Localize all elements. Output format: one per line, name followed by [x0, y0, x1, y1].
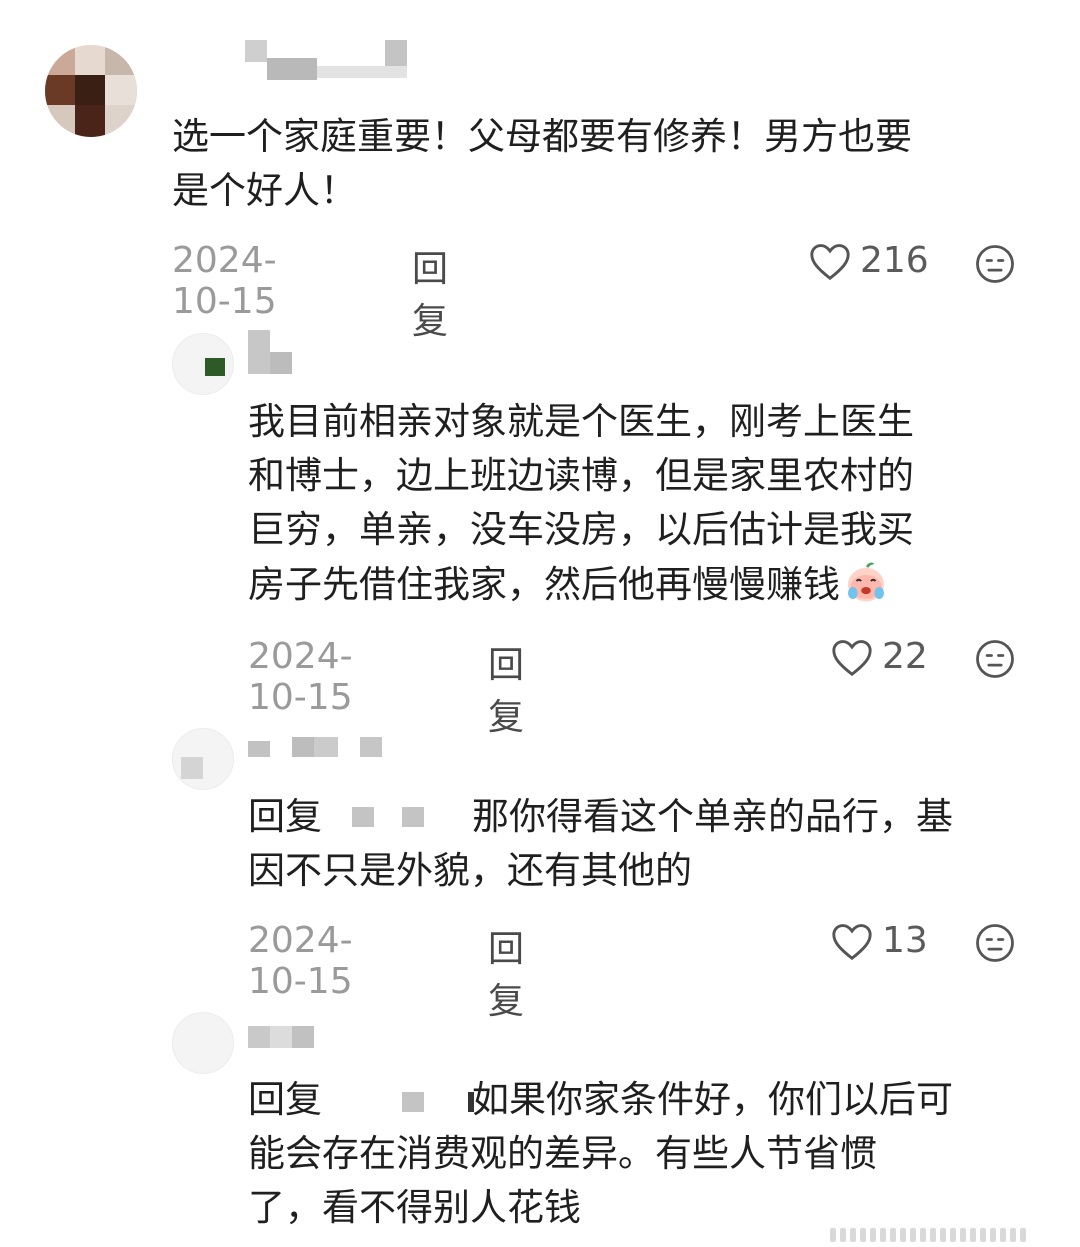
- reply-prefix: 回复: [248, 795, 322, 838]
- heart-outline-icon: [810, 243, 850, 280]
- like-button[interactable]: 13: [830, 920, 928, 961]
- heart-outline-icon: [832, 923, 872, 960]
- image-watermark-strip: [830, 1228, 1060, 1242]
- like-button[interactable]: 22: [830, 636, 928, 677]
- meh-face-icon[interactable]: [974, 243, 1016, 285]
- comment-date: 2024-10-15: [172, 240, 277, 322]
- avatar[interactable]: [45, 45, 137, 137]
- mention-mosaic[interactable]: [322, 801, 472, 831]
- meh-face-icon[interactable]: [974, 638, 1016, 680]
- username-mosaic[interactable]: [248, 330, 308, 374]
- username-mosaic[interactable]: [248, 737, 388, 767]
- like-button[interactable]: 216: [808, 240, 929, 281]
- like-count: 22: [882, 636, 928, 677]
- reply-button[interactable]: 回复: [488, 920, 524, 1024]
- reply-button[interactable]: 回复: [412, 240, 448, 344]
- like-count: 216: [860, 240, 929, 281]
- comment-text: 回复 如果你家条件好，你们以后可 能会存在消费观的差异。有些人节省惯 了，看不得别人花…: [248, 1078, 953, 1229]
- username-mosaic[interactable]: [248, 1020, 328, 1050]
- username-mosaic[interactable]: [245, 40, 415, 80]
- like-count: 13: [882, 920, 928, 961]
- reply-prefix: 回复: [248, 1078, 322, 1121]
- reply-button[interactable]: 回复: [488, 636, 524, 740]
- comment-text: 我目前相亲对象就是个医生，刚考上医生 和博士，边上班边读博，但是家里农村的 巨穷…: [248, 400, 914, 606]
- comment-date: 2024-10-15: [248, 920, 353, 1002]
- meh-face-icon[interactable]: [974, 922, 1016, 964]
- comment-text: 选一个家庭重要！父母都要有修养！男方也要 是个好人！: [172, 115, 912, 212]
- comment-date: 2024-10-15: [248, 636, 353, 718]
- avatar[interactable]: [172, 333, 234, 395]
- heart-outline-icon: [832, 639, 872, 676]
- mention-mosaic[interactable]: [322, 1084, 474, 1114]
- crying-laugh-emoji: [848, 562, 884, 602]
- avatar[interactable]: [172, 1012, 234, 1074]
- comment-text: 回复 那你得看这个单亲的品行，基 因不只是外貌，还有其他的: [248, 795, 953, 892]
- avatar[interactable]: [172, 728, 234, 790]
